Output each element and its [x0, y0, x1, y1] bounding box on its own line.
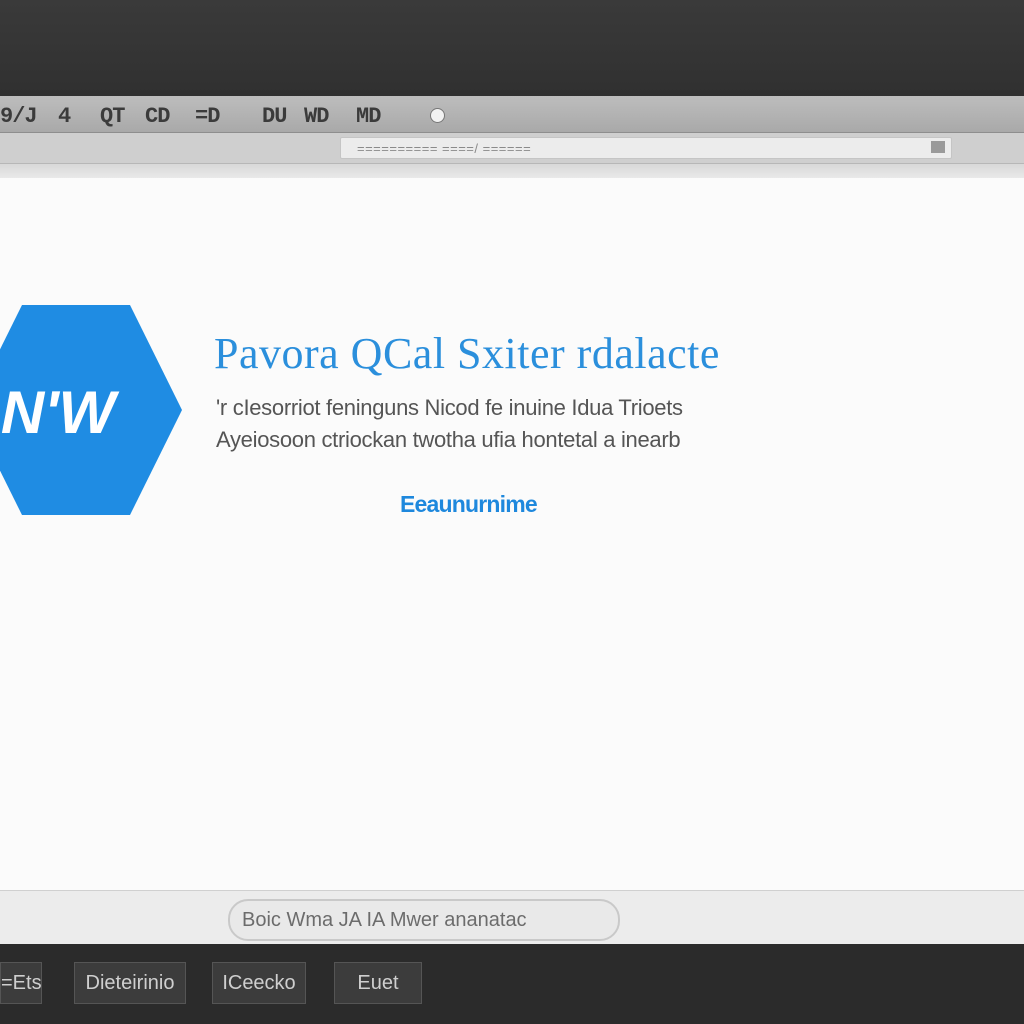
menu-item-6[interactable]: DU [262, 104, 287, 129]
content-area: N'W Pavora QCal Sxiter rdalacte 'r cIeso… [0, 178, 1024, 890]
menu-item-8[interactable]: MD [356, 104, 381, 129]
address-bar: ========== ====/ ====== [0, 133, 1024, 164]
menu-item-4[interactable]: CD [145, 104, 170, 129]
menu-bar: 9/J 4 QT CD =D DU WD MD [0, 96, 1024, 133]
page-icon[interactable] [931, 141, 945, 153]
description-line-2: Ayeiosoon ctriockan twotha ufia hontetal… [216, 427, 681, 452]
taskbar-button-2[interactable]: Dieteirinio [74, 962, 186, 1004]
status-text: Boic Wma JA IA Mwer ananatac [242, 909, 527, 931]
monitor-bezel [0, 0, 1024, 96]
address-text: ========== ====/ ====== [357, 141, 532, 156]
menu-item-5[interactable]: =D [195, 104, 220, 129]
taskbar-button-1[interactable]: =Ets [0, 962, 42, 1004]
status-bar: Boic Wma JA IA Mwer ananatac [0, 890, 1024, 945]
status-pill[interactable]: Boic Wma JA IA Mwer ananatac [228, 899, 620, 941]
svg-text:N'W: N'W [1, 379, 120, 446]
address-field[interactable]: ========== ====/ ====== [340, 137, 952, 159]
page-title: Pavora QCal Sxiter rdalacte [214, 329, 720, 378]
description-line-1: 'r cIesorriot feninguns Nicod fe inuine … [216, 395, 683, 420]
menu-item-2[interactable]: 4 [58, 104, 71, 129]
toolbar-strip [0, 164, 1024, 178]
circle-icon[interactable] [430, 108, 445, 123]
menu-item-3[interactable]: QT [100, 104, 125, 129]
action-link[interactable]: Eeaunurnime [400, 491, 538, 518]
app-window: 9/J 4 QT CD =D DU WD MD ========== ====/… [0, 96, 1024, 945]
taskbar-button-3[interactable]: ICeecko [212, 962, 306, 1004]
taskbar: =Ets Dieteirinio ICeecko Euet [0, 944, 1024, 1024]
menu-item-7[interactable]: WD [304, 104, 329, 129]
taskbar-button-4[interactable]: Euet [334, 962, 422, 1004]
hexagon-logo-icon: N'W [0, 303, 182, 517]
menu-item-1[interactable]: 9/J [0, 104, 38, 129]
